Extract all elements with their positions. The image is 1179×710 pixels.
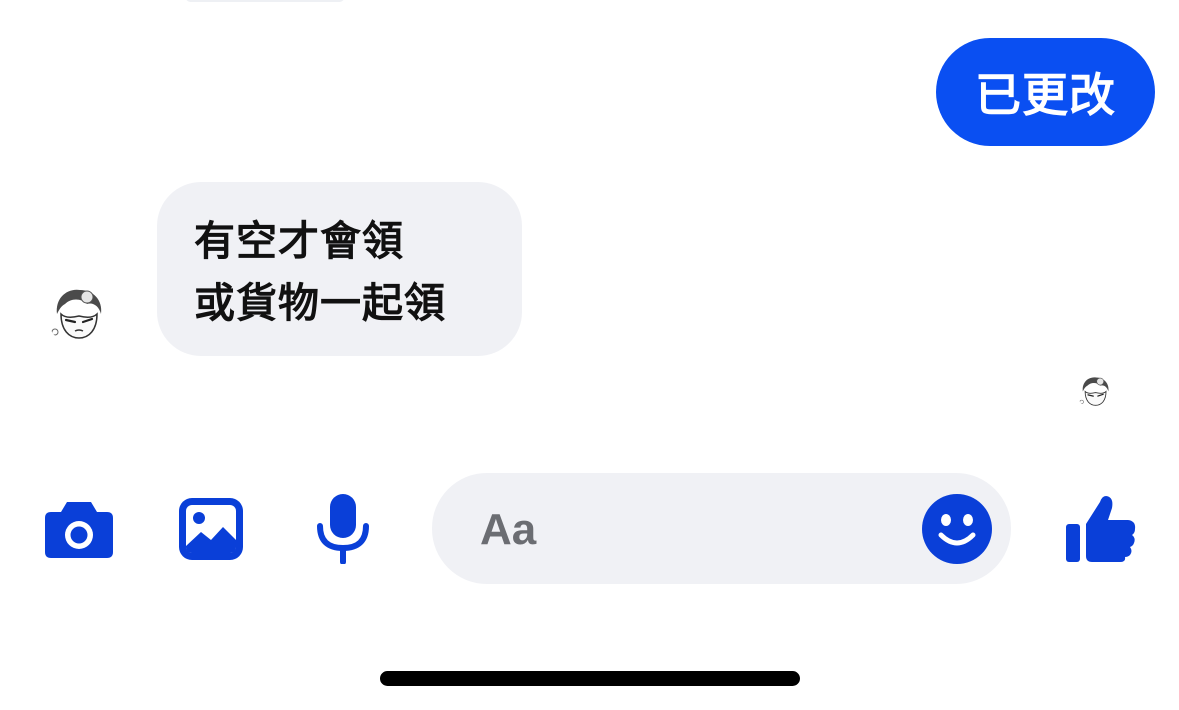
image-icon <box>179 498 243 560</box>
incoming-message-line-1: 有空才會領 <box>194 217 404 265</box>
sender-avatar[interactable] <box>47 284 109 346</box>
cartoon-avatar-icon <box>48 285 108 345</box>
incoming-message-line-2: 或貨物一起領 <box>194 279 446 327</box>
read-receipt-avatar <box>1077 374 1113 410</box>
camera-button[interactable] <box>40 494 118 564</box>
smiley-icon <box>921 493 992 564</box>
microphone-icon <box>317 494 369 564</box>
emoji-button[interactable] <box>920 492 993 565</box>
voice-message-button[interactable] <box>308 490 378 566</box>
message-composer[interactable] <box>432 473 1011 586</box>
outgoing-message-text: 已更改 <box>975 68 1116 122</box>
message-input[interactable] <box>478 473 912 586</box>
thumbs-up-icon <box>1066 496 1136 562</box>
gallery-button[interactable] <box>174 494 248 564</box>
home-indicator[interactable] <box>380 671 800 686</box>
incoming-message-bubble[interactable]: 有空才會領 或貨物一起領 <box>157 182 522 356</box>
cartoon-avatar-icon <box>1077 374 1113 410</box>
like-button[interactable] <box>1060 490 1142 566</box>
outgoing-message-bubble[interactable]: 已更改 <box>936 38 1155 146</box>
previous-message-bubble-edge <box>185 0 345 2</box>
camera-icon <box>45 502 113 558</box>
